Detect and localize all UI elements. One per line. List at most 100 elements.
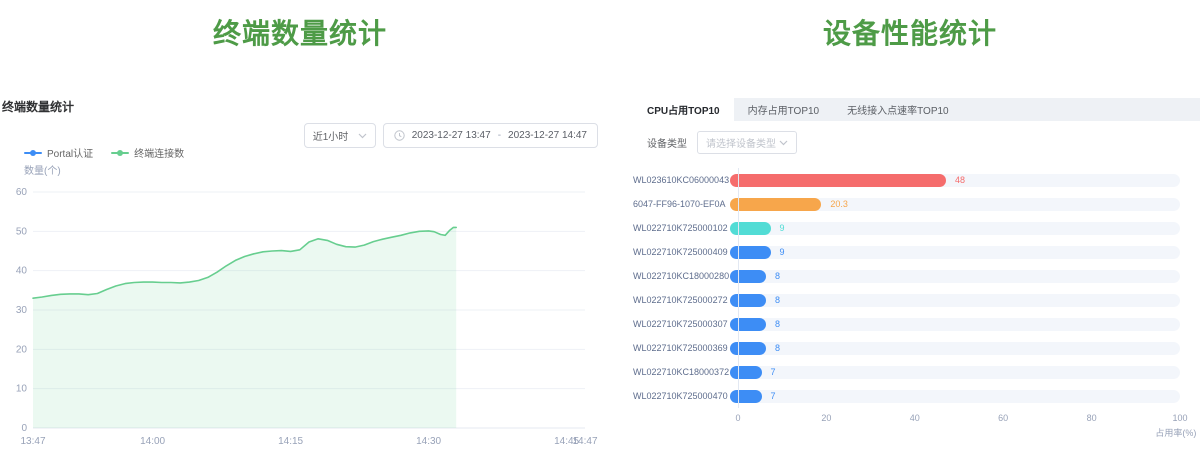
- legend-item-1[interactable]: 终端连接数: [111, 145, 184, 160]
- y-tick-label: 0: [21, 423, 27, 434]
- clock-icon: [394, 130, 405, 141]
- x-tick-label: 40: [910, 413, 920, 423]
- chevron-down-icon: [358, 133, 367, 139]
- bar-category-label: 6047-FF96-1070-EF0A: [633, 199, 730, 209]
- time-range-select[interactable]: 近1小时: [304, 123, 376, 148]
- legend-marker: [24, 152, 42, 154]
- bar-category-label: WL022710KC18000280: [633, 271, 730, 281]
- y-tick-label: 10: [16, 384, 28, 395]
- bar-track: 7: [730, 390, 1180, 403]
- bar-row: 6047-FF96-1070-EF0A 20.3: [633, 192, 1180, 216]
- dashboard: 终端数量统计 终端数量统计 近1小时 2023-12-27 13:47 - 20…: [0, 0, 1200, 456]
- x-tick-label: 20: [821, 413, 831, 423]
- bar[interactable]: [730, 366, 762, 379]
- bar-category-label: WL022710K725000307: [633, 319, 730, 329]
- bar-value-label: 9: [780, 223, 785, 233]
- device-performance-heading: 设备性能统计: [620, 12, 1200, 52]
- bar-axis-line: [738, 168, 739, 408]
- bar-row: WL022710K725000470 7: [633, 384, 1180, 408]
- bar-x-axis-name: 占用率(%): [1155, 426, 1196, 439]
- bar[interactable]: [730, 246, 771, 259]
- date-range-end[interactable]: 2023-12-27 14:47: [508, 130, 587, 141]
- legend-marker: [111, 152, 129, 154]
- x-tick-label: 100: [1172, 413, 1187, 423]
- bar-category-label: WL022710K725000369: [633, 343, 730, 353]
- cpu-top10-chart[interactable]: WL023610KC06000043 48 6047-FF96-1070-EF0…: [633, 168, 1180, 425]
- bar-category-label: WL022710K725000470: [633, 391, 730, 401]
- x-tick-label: 14:00: [140, 436, 165, 447]
- date-range-start[interactable]: 2023-12-27 13:47: [412, 130, 491, 141]
- bar-row: WL022710K725000272 8: [633, 288, 1180, 312]
- chevron-down-icon: [779, 140, 788, 146]
- bar-row: WL022710K725000102 9: [633, 216, 1180, 240]
- bar-track: 8: [730, 294, 1180, 307]
- bar-category-label: WL022710K725000272: [633, 295, 730, 305]
- device-type-select[interactable]: 请选择设备类型: [697, 131, 797, 154]
- series-area: [33, 227, 456, 428]
- bar-track: 48: [730, 174, 1180, 187]
- bar[interactable]: [730, 294, 766, 307]
- y-tick-label: 50: [16, 226, 28, 237]
- performance-tab-1[interactable]: 内存占用TOP10: [734, 98, 834, 121]
- y-axis-name: 数量(个): [24, 164, 61, 177]
- bar-track: 8: [730, 270, 1180, 283]
- bar-track: 20.3: [730, 198, 1180, 211]
- performance-tab-2[interactable]: 无线接入点速率TOP10: [833, 98, 963, 121]
- x-tick-label: 14:15: [278, 436, 303, 447]
- bar-track: 9: [730, 246, 1180, 259]
- bar-category-label: WL022710K725000102: [633, 223, 730, 233]
- time-controls: 近1小时 2023-12-27 13:47 - 2023-12-27 14:47: [304, 123, 598, 148]
- bar[interactable]: [730, 222, 771, 235]
- y-tick-label: 20: [16, 344, 28, 355]
- performance-tabbar: CPU占用TOP10内存占用TOP10无线接入点速率TOP10: [633, 98, 1200, 121]
- bar-category-label: WL022710K725000409: [633, 247, 730, 257]
- terminal-count-chart[interactable]: 数量(个)010203040506013:4714:0014:1514:3014…: [0, 160, 600, 452]
- x-tick-label: 0: [735, 413, 740, 423]
- legend-item-0[interactable]: Portal认证: [24, 145, 93, 160]
- bar-value-label: 8: [775, 343, 780, 353]
- time-range-select-value: 近1小时: [313, 128, 349, 143]
- date-range-picker[interactable]: 2023-12-27 13:47 - 2023-12-27 14:47: [383, 123, 598, 148]
- x-tick-label: 13:47: [20, 436, 45, 447]
- bar[interactable]: [730, 390, 762, 403]
- bar[interactable]: [730, 174, 946, 187]
- bar-row: WL022710K725000369 8: [633, 336, 1180, 360]
- bar-category-label: WL023610KC06000043: [633, 175, 730, 185]
- bar-track: 8: [730, 342, 1180, 355]
- date-range-separator: -: [498, 130, 501, 141]
- terminal-count-section: 终端数量统计 终端数量统计 近1小时 2023-12-27 13:47 - 20…: [0, 0, 600, 456]
- bar-value-label: 8: [775, 295, 780, 305]
- x-tick-label: 14:30: [416, 436, 441, 447]
- x-tick-label: 60: [998, 413, 1008, 423]
- bar-track: 9: [730, 222, 1180, 235]
- bar-value-label: 8: [775, 271, 780, 281]
- device-performance-section: 设备性能统计 CPU占用TOP10内存占用TOP10无线接入点速率TOP10 设…: [620, 0, 1200, 456]
- bar-row: WL022710KC18000280 8: [633, 264, 1180, 288]
- y-tick-label: 30: [16, 305, 28, 316]
- bar-value-label: 48: [955, 175, 965, 185]
- bar-value-label: 20.3: [830, 199, 848, 209]
- bar-value-label: 7: [771, 391, 776, 401]
- bar-row: WL022710K725000307 8: [633, 312, 1180, 336]
- chart-legend: Portal认证 终端连接数: [24, 145, 184, 160]
- bar-track: 7: [730, 366, 1180, 379]
- bar-category-label: WL022710KC18000372: [633, 367, 730, 377]
- bar[interactable]: [730, 270, 766, 283]
- bar-row: WL022710K725000409 9: [633, 240, 1180, 264]
- legend-label: 终端连接数: [134, 145, 184, 160]
- bar[interactable]: [730, 318, 766, 331]
- performance-tab-0[interactable]: CPU占用TOP10: [633, 98, 734, 121]
- legend-label: Portal认证: [47, 145, 93, 160]
- y-tick-label: 60: [16, 187, 28, 198]
- bar[interactable]: [730, 198, 821, 211]
- device-type-row: 设备类型 请选择设备类型: [647, 131, 797, 154]
- bar-row: WL023610KC06000043 48: [633, 168, 1180, 192]
- terminal-count-heading: 终端数量统计: [0, 12, 600, 52]
- bar-value-label: 9: [780, 247, 785, 257]
- x-tick-label: 80: [1087, 413, 1097, 423]
- bar[interactable]: [730, 342, 766, 355]
- bar-row: WL022710KC18000372 7: [633, 360, 1180, 384]
- y-tick-label: 40: [16, 266, 28, 277]
- bar-value-label: 7: [771, 367, 776, 377]
- bar-track: 8: [730, 318, 1180, 331]
